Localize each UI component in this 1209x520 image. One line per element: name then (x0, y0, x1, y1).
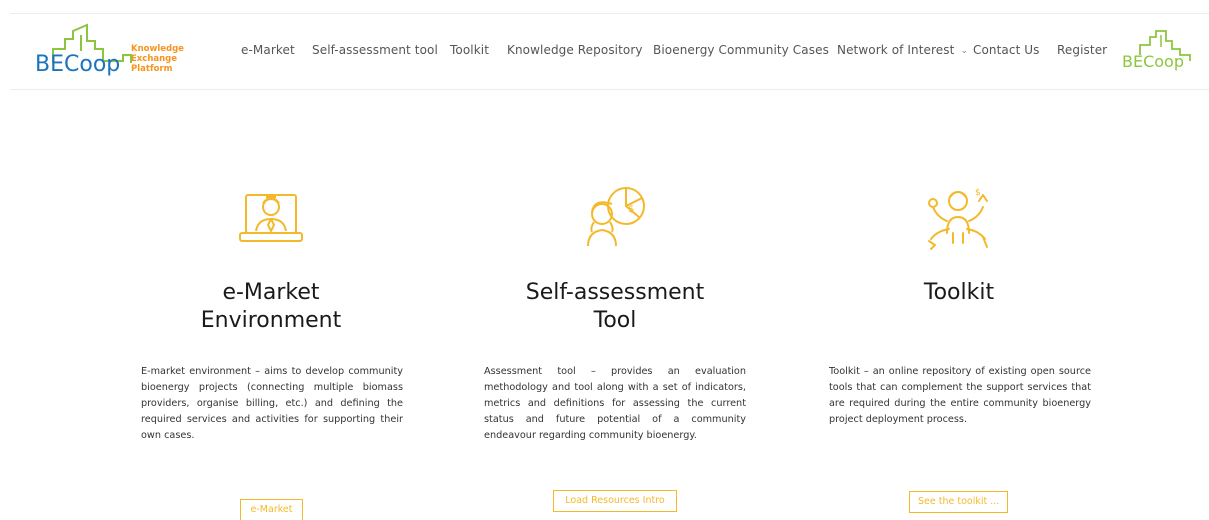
title-line-1: Self-assessment (525, 280, 705, 305)
person-laptop-icon (236, 181, 306, 251)
e-market-button[interactable]: e-Market (240, 499, 303, 520)
load-resources-intro-button[interactable]: Load Resources Intro (553, 490, 677, 512)
svg-text:$: $ (628, 204, 634, 215)
title-line-2: Environment (200, 308, 342, 333)
see-the-toolkit-button[interactable]: See the toolkit ... (909, 491, 1008, 513)
section-text-e-market: E-market environment – aims to develop c… (141, 366, 403, 441)
nav-item-network-of-interest[interactable]: Network of Interest ⌄ (837, 43, 968, 57)
title-line-1: e-Market (222, 280, 320, 305)
title-line-2: Tool (593, 308, 637, 333)
nav-item-network-label: Network of Interest (837, 43, 955, 57)
main-navigation: e-Market Self-assessment tool Toolkit Kn… (10, 14, 1209, 91)
nav-item-toolkit[interactable]: Toolkit (450, 43, 489, 57)
section-title-self-assessment: Self-assessment Tool (465, 279, 765, 335)
title-line-1: Toolkit (923, 280, 995, 305)
nav-item-contact-us[interactable]: Contact Us (973, 43, 1040, 57)
multitasking-person-icon: $ (923, 181, 993, 251)
nav-item-knowledge-repository[interactable]: Knowledge Repository (507, 43, 643, 57)
site-header: BECoop Knowledge Exchange Platform e-Mar… (10, 13, 1209, 90)
logo-small-text: BECoop (1122, 52, 1184, 71)
nav-item-bioenergy-community-cases[interactable]: Bioenergy Community Cases (653, 43, 829, 57)
svg-text:$: $ (975, 188, 981, 198)
nav-item-self-assessment-tool[interactable]: Self-assessment tool (312, 43, 438, 57)
nav-item-e-market[interactable]: e-Market (241, 43, 295, 57)
section-title-e-market: e-Market Environment (121, 279, 421, 335)
section-text-toolkit: Toolkit – an online repository of existi… (829, 366, 1091, 425)
section-title-toolkit: Toolkit (809, 279, 1109, 307)
nav-item-register[interactable]: Register (1057, 43, 1107, 57)
person-chart-icon: $ (580, 180, 650, 250)
section-text-self-assessment: Assessment tool – provides an evaluation… (484, 366, 746, 441)
becoop-logo-small[interactable]: BECoop (1120, 27, 1198, 77)
chevron-down-icon: ⌄ (960, 46, 969, 56)
